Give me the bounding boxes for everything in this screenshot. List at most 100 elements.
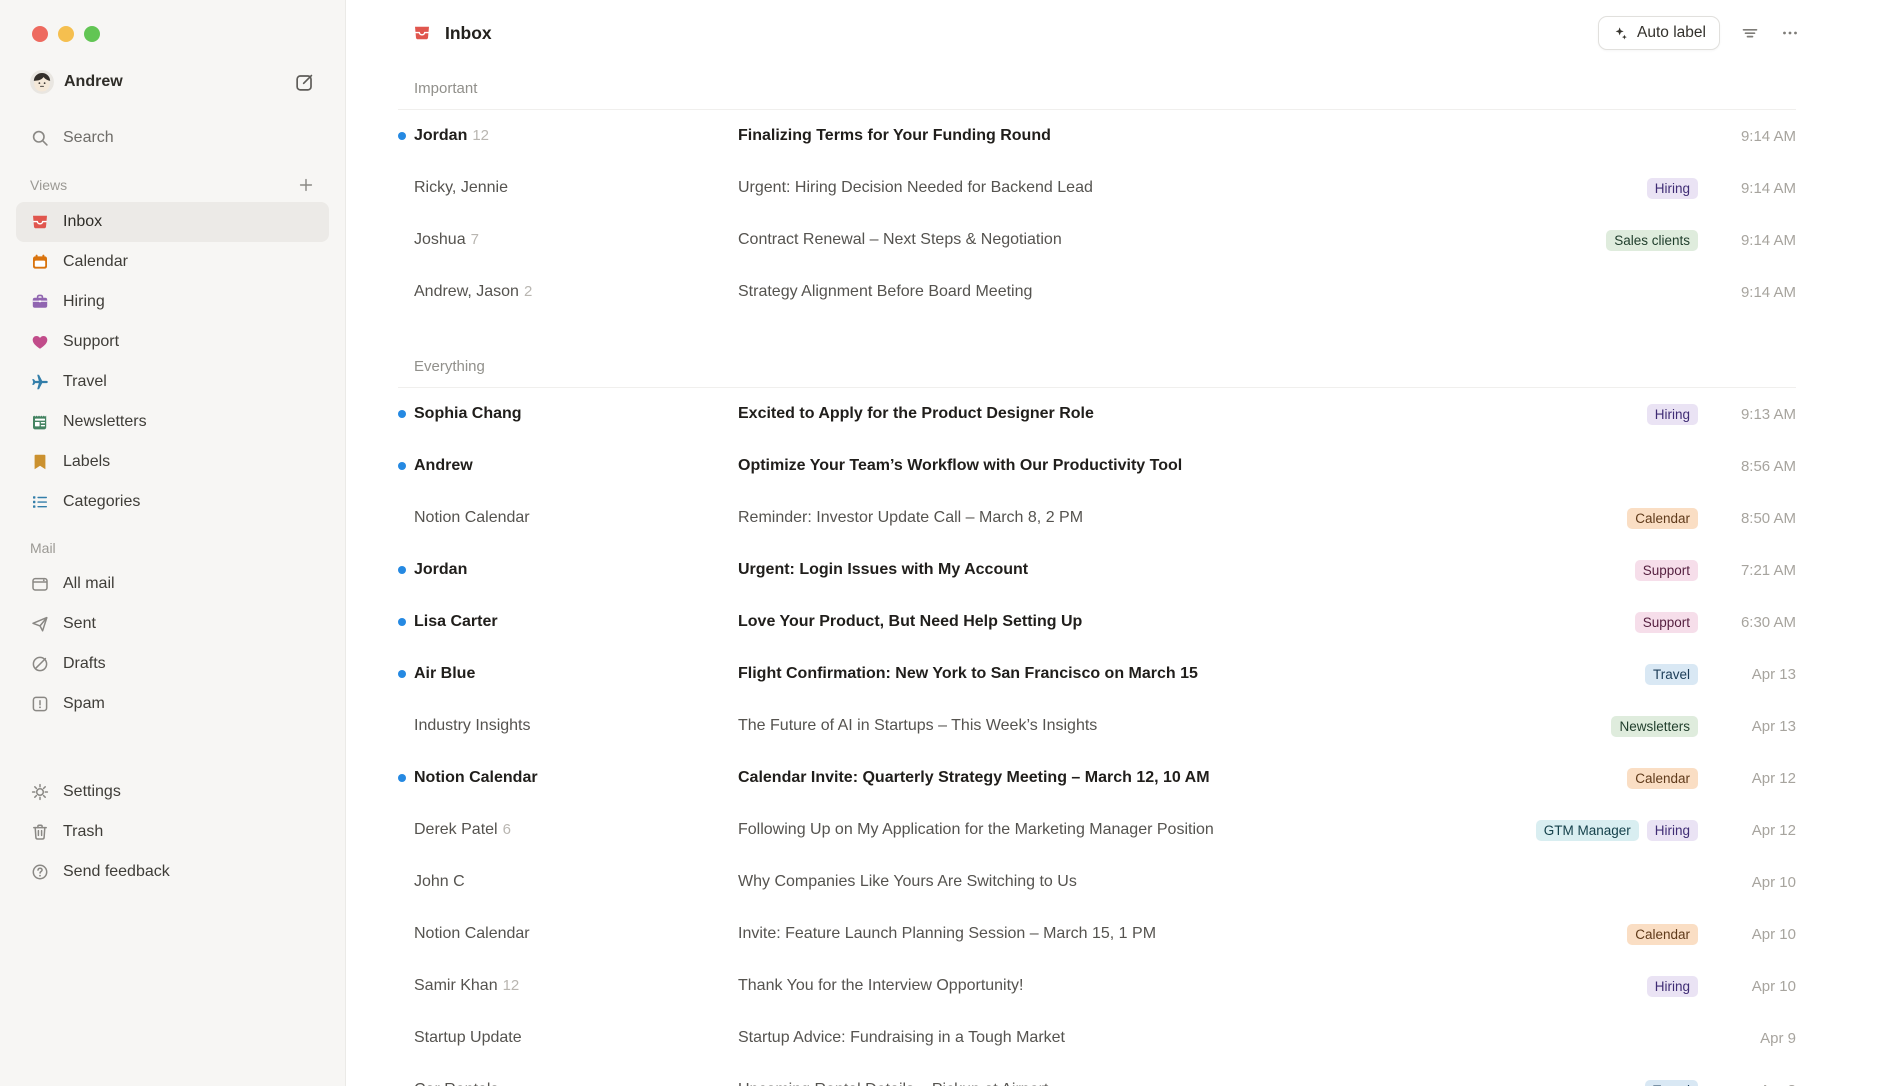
sidebar-item-newsletters[interactable]: Newsletters [16,402,329,442]
email-subject: Upcoming Rental Details – Pickup at Airp… [738,1081,1629,1086]
label-tag[interactable]: Hiring [1647,404,1698,425]
email-subject: Optimize Your Team’s Workflow with Our P… [738,457,1682,475]
email-sender: Notion Calendar [414,509,738,527]
email-subject: Why Companies Like Yours Are Switching t… [738,873,1682,891]
email-sender: Derek Patel6 [414,821,738,839]
more-options-icon[interactable] [1780,23,1800,43]
email-row[interactable]: Joshua7 Contract Renewal – Next Steps & … [398,214,1796,266]
sidebar-item-calendar[interactable]: Calendar [16,242,329,282]
help-icon [30,862,50,882]
label-tag[interactable]: GTM Manager [1536,820,1639,841]
label-tag[interactable]: Travel [1645,1080,1698,1086]
search-button[interactable]: Search [16,112,329,158]
all-mail-icon [30,574,50,594]
email-time: Apr 9 [1724,1030,1796,1047]
email-time: 8:56 AM [1724,458,1796,475]
newsletter-icon [30,412,50,432]
email-row[interactable]: Lisa Carter Love Your Product, But Need … [398,596,1796,648]
email-time: Apr 10 [1724,926,1796,943]
label-tag[interactable]: Newsletters [1611,716,1698,737]
email-time: Apr 12 [1724,770,1796,787]
label-tag[interactable]: Travel [1645,664,1698,685]
add-view-icon[interactable] [297,176,315,194]
sidebar-item-travel[interactable]: Travel [16,362,329,402]
email-row[interactable]: Jordan Urgent: Login Issues with My Acco… [398,544,1796,596]
filter-icon[interactable] [1740,23,1760,43]
zoom-window-button[interactable] [84,26,100,42]
email-row[interactable]: Notion Calendar Reminder: Investor Updat… [398,492,1796,544]
email-tags: Support [1635,560,1698,581]
label-tag[interactable]: Calendar [1627,508,1698,529]
sidebar-item-label: Categories [63,493,140,511]
sidebar-item-label: Support [63,333,119,351]
sidebar-item-spam[interactable]: Spam [16,684,329,724]
email-row[interactable]: Andrew Optimize Your Team’s Workflow wit… [398,440,1796,492]
email-sender: Andrew, Jason2 [414,283,738,301]
email-subject: Following Up on My Application for the M… [738,821,1520,839]
sidebar-item-trash[interactable]: Trash [16,812,329,852]
email-row[interactable]: John C Why Companies Like Yours Are Swit… [398,856,1796,908]
label-tag[interactable]: Sales clients [1606,230,1698,251]
email-sender: Industry Insights [414,717,738,735]
email-subject: Contract Renewal – Next Steps & Negotiat… [738,231,1590,249]
label-tag[interactable]: Hiring [1647,976,1698,997]
compose-icon[interactable] [294,72,315,93]
email-row[interactable]: Startup Update Startup Advice: Fundraisi… [398,1012,1796,1064]
email-row[interactable]: Jordan12 Finalizing Terms for Your Fundi… [398,110,1796,162]
sidebar-item-support[interactable]: Support [16,322,329,362]
mail-section-label: Mail [30,540,56,556]
email-row[interactable]: Ricky, Jennie Urgent: Hiring Decision Ne… [398,162,1796,214]
email-row[interactable]: Car Rentals Upcoming Rental Details – Pi… [398,1064,1796,1086]
sidebar-item-label: Calendar [63,253,128,271]
thread-count: 12 [503,977,520,994]
label-tag[interactable]: Hiring [1647,178,1698,199]
sidebar-item-all-mail[interactable]: All mail [16,564,329,604]
sidebar-item-categories[interactable]: Categories [16,482,329,522]
avatar[interactable] [30,70,54,94]
email-tags: Sales clients [1606,230,1698,251]
label-tag[interactable]: Calendar [1627,768,1698,789]
email-sender: John C [414,873,738,891]
label-tag[interactable]: Hiring [1647,820,1698,841]
unread-dot-icon [398,670,406,678]
sidebar-item-labels[interactable]: Labels [16,442,329,482]
search-label: Search [63,129,114,147]
sidebar-item-sent[interactable]: Sent [16,604,329,644]
email-row[interactable]: Notion Calendar Calendar Invite: Quarter… [398,752,1796,804]
email-row[interactable]: Andrew, Jason2 Strategy Alignment Before… [398,266,1796,318]
sidebar-item-label: All mail [63,575,115,593]
unread-dot-icon [398,618,406,626]
email-subject: Excited to Apply for the Product Designe… [738,405,1631,423]
auto-label-button[interactable]: Auto label [1598,16,1720,50]
sidebar-item-label: Newsletters [63,413,147,431]
sidebar-item-drafts[interactable]: Drafts [16,644,329,684]
minimize-window-button[interactable] [58,26,74,42]
mail-section-header: Mail [16,522,329,564]
email-tags: Calendar [1627,924,1698,945]
label-tag[interactable]: Calendar [1627,924,1698,945]
account-row: Andrew [16,68,329,98]
sidebar-item-inbox[interactable]: Inbox [16,202,329,242]
sidebar-item-hiring[interactable]: Hiring [16,282,329,322]
email-row[interactable]: Sophia Chang Excited to Apply for the Pr… [398,388,1796,440]
account-name[interactable]: Andrew [64,73,284,91]
email-row[interactable]: Samir Khan12 Thank You for the Interview… [398,960,1796,1012]
label-tag[interactable]: Support [1635,612,1698,633]
email-subject: The Future of AI in Startups – This Week… [738,717,1595,735]
email-subject: Invite: Feature Launch Planning Session … [738,925,1611,943]
sidebar-item-send-feedback[interactable]: Send feedback [16,852,329,892]
email-tags: Newsletters [1611,716,1698,737]
email-time: Apr 10 [1724,874,1796,891]
email-row[interactable]: Derek Patel6 Following Up on My Applicat… [398,804,1796,856]
sidebar-footer: Settings Trash Send feedback [16,772,329,892]
page-title: Inbox [445,23,492,44]
label-tag[interactable]: Support [1635,560,1698,581]
email-row[interactable]: Air Blue Flight Confirmation: New York t… [398,648,1796,700]
thread-count: 2 [524,283,532,300]
sidebar-item-settings[interactable]: Settings [16,772,329,812]
email-row[interactable]: Notion Calendar Invite: Feature Launch P… [398,908,1796,960]
email-time: 9:14 AM [1724,284,1796,301]
close-window-button[interactable] [32,26,48,42]
inbox-icon [412,23,432,43]
email-row[interactable]: Industry Insights The Future of AI in St… [398,700,1796,752]
